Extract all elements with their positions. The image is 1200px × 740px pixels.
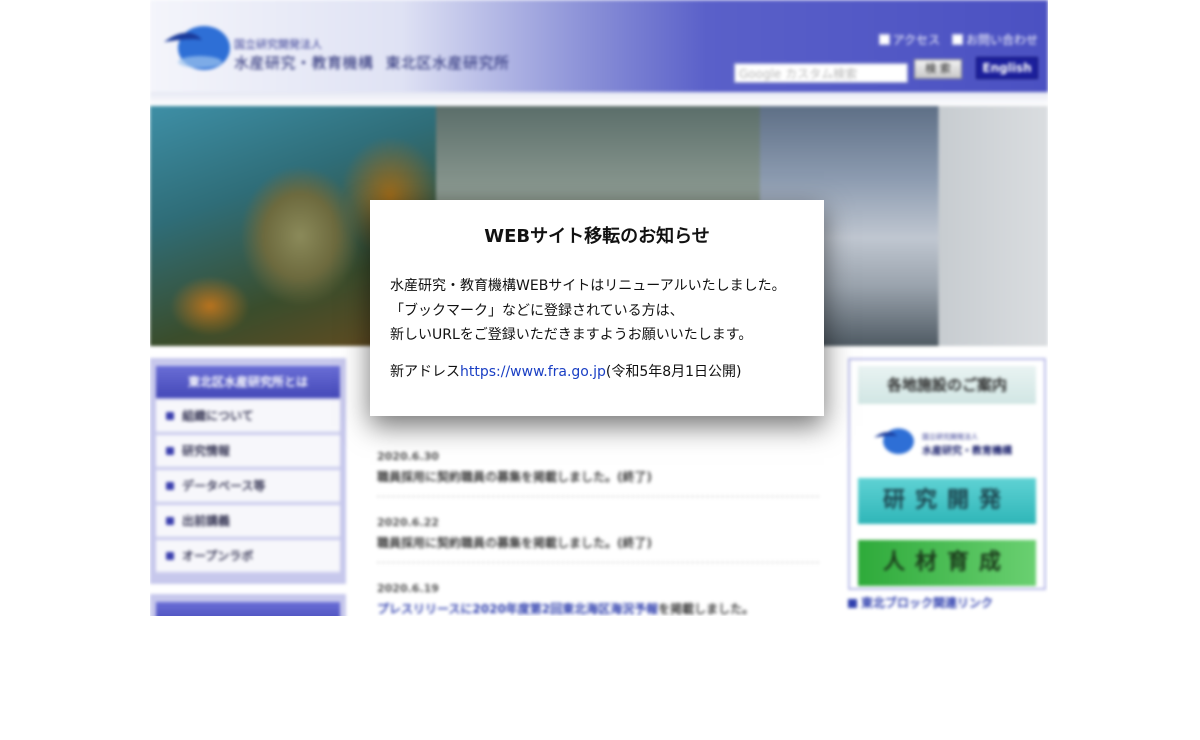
news-divider [377,496,819,497]
sidebar-item-research[interactable]: 研究情報 [156,435,340,468]
news-text-rest: を掲載しました。 [658,602,755,616]
press-release-link[interactable]: プレスリリースに2020年度第2回東北海区海況予報 [377,602,658,616]
sidebar-item-database[interactable]: データベース等 [156,470,340,503]
sidebar-item-lecture[interactable]: 出前講義 [156,505,340,538]
facility-guide-title: 各地施設のご案内 [858,366,1036,404]
address-suffix: (令和5年8月1日公開) [605,364,742,380]
access-link[interactable]: アクセス [878,31,940,48]
fra-logo-banner[interactable]: 国立研究開発法人 水産研究・教育機構 [870,422,1030,462]
sidebar-title: 東北区水産研究所とは [156,366,340,398]
news-item: 2020.6.22 職員採用に契約職員の募集を掲載しました。(終了) [377,516,819,551]
header-links: アクセス お問い合わせ [878,31,1038,48]
tohoku-links[interactable]: 東北ブロック関連リンク [848,594,993,611]
modal-line-1: 水産研究・教育機構WEBサイトはリニューアルいたしました。 [390,278,786,294]
training-button[interactable]: 人材育成 [858,540,1036,586]
square-bullet-icon [166,482,174,490]
news-item: 2020.6.19 プレスリリースに2020年度第2回東北海区海況予報を掲載しま… [377,582,819,616]
square-bullet-icon [166,412,174,420]
new-site-link[interactable]: https://www.fra.go.jp [460,364,606,380]
sidebar-secondary [150,594,346,616]
relocation-notice-modal: WEBサイト移転のお知らせ 水産研究・教育機構WEBサイトはリニューアルいたしま… [370,200,824,416]
search-button[interactable]: 検 索 [914,59,962,79]
news-date: 2020.6.19 [377,582,439,595]
site-header: 国立研究開発法人 水産研究・教育機構 東北区水産研究所 アクセス お問い合わせ G… [150,0,1048,92]
news-text: 職員採用に契約職員の募集を掲載しました。(終了) [377,536,652,550]
sidebar-item-organization[interactable]: 組織について [156,400,340,433]
modal-line-3: 新しいURLをご登録いただきますようお願いいたします。 [390,327,753,343]
research-button[interactable]: 研究開発 [858,478,1036,524]
square-bullet-icon [848,599,857,608]
square-bullet-icon [166,447,174,455]
news-item: 2020.6.30 職員採用に契約職員の募集を掲載しました。(終了) [377,450,819,485]
sidebar-item-openlab[interactable]: オープンラボ [156,540,340,573]
modal-title: WEBサイト移転のお知らせ [484,226,710,247]
square-bullet-icon [951,34,963,45]
sidebar-secondary-title [156,602,340,616]
header-divider [150,92,1048,106]
logo-org-category: 国立研究開発法人 [922,433,978,441]
modal-line-2: 「ブックマーク」などに登録されている方は、 [390,303,684,319]
lab-name: 東北区水産研究所 [385,54,510,72]
logo-icon [874,428,914,455]
news-text: プレスリリースに2020年度第2回東北海区海況予報を掲載しました。 [377,600,819,616]
sidebar: 東北区水産研究所とは 組織について 研究情報 データベース等 出前講義 オープン… [150,358,346,584]
news-date: 2020.6.30 [377,450,439,463]
org-category: 国立研究開発法人 [234,38,322,51]
square-bullet-icon [166,517,174,525]
contact-link[interactable]: お問い合わせ [951,31,1038,48]
news-date: 2020.6.22 [377,516,439,529]
square-bullet-icon [878,34,890,45]
address-prefix: 新アドレス [390,364,460,380]
square-bullet-icon [166,552,174,560]
site-title[interactable]: 水産研究・教育機構 東北区水産研究所 [234,52,510,73]
org-name: 水産研究・教育機構 [234,54,374,72]
search-input[interactable]: Google カスタム検索 [734,63,908,83]
logo-icon[interactable] [162,18,232,74]
news-divider [377,562,819,563]
english-button[interactable]: English [976,57,1038,79]
facility-guide-box: 各地施設のご案内 国立研究開発法人 水産研究・教育機構 研究開発 人材育成 [848,358,1046,590]
modal-new-address: 新アドレスhttps://www.fra.go.jp(令和5年8月1日公開) [390,361,742,381]
news-text: 職員採用に契約職員の募集を掲載しました。(終了) [377,470,652,484]
logo-org-name: 水産研究・教育機構 [922,446,1012,457]
